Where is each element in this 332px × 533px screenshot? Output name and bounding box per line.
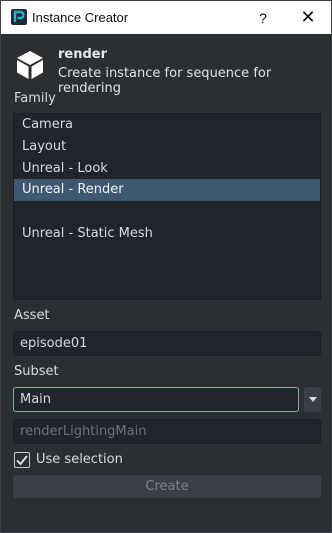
close-button[interactable]: ✕ xyxy=(285,1,331,34)
pype-app-icon xyxy=(11,9,27,25)
cube-icon xyxy=(17,51,43,79)
help-button[interactable]: ? xyxy=(240,1,286,34)
create-button[interactable]: Create xyxy=(13,475,321,498)
list-item-unreal-static-mesh[interactable]: Unreal - Static Mesh xyxy=(14,223,320,245)
family-title: render xyxy=(58,47,108,62)
chevron-down-icon xyxy=(308,397,317,402)
subset-result-field: renderLightingMain xyxy=(13,419,321,444)
instance-creator-window: Instance Creator ? ✕ render Create insta… xyxy=(0,0,332,533)
asset-label: Asset xyxy=(14,308,50,323)
family-description: Create instance for sequence for renderi… xyxy=(58,66,272,96)
list-item-layout[interactable]: Layout xyxy=(14,136,320,158)
subset-input[interactable]: Main xyxy=(13,387,299,412)
subset-dropdown-button[interactable] xyxy=(304,387,321,412)
family-label: Family xyxy=(14,91,56,106)
list-item-unreal-render[interactable]: Unreal - Render xyxy=(14,179,320,201)
use-selection-label: Use selection xyxy=(36,452,123,467)
list-item-unreal-look[interactable]: Unreal - Look xyxy=(14,158,320,180)
window-title: Instance Creator xyxy=(32,10,129,25)
title-bar: Instance Creator ? ✕ xyxy=(1,1,331,34)
family-list[interactable]: Camera Layout Unreal - Look Unreal - Ren… xyxy=(13,113,321,300)
list-item-camera[interactable]: Camera xyxy=(14,114,320,136)
subset-label: Subset xyxy=(14,364,59,379)
asset-field[interactable]: episode01 xyxy=(13,331,321,356)
use-selection-checkbox[interactable] xyxy=(14,452,30,468)
checkmark-icon xyxy=(16,455,28,466)
